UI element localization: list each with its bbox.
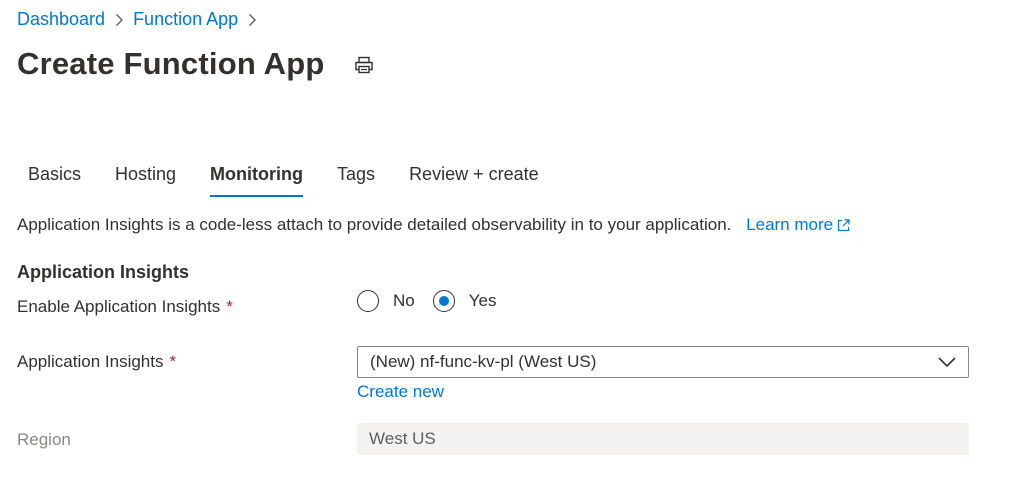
radio-checked-icon[interactable] [432,290,455,312]
radio-no-label[interactable]: No [393,291,415,311]
region-field: West US [357,423,969,455]
learn-more-label[interactable]: Learn more [746,215,833,235]
breadcrumb-dashboard[interactable]: Dashboard [17,9,105,30]
radio-yes[interactable]: Yes [432,290,497,312]
chevron-right-icon [248,13,257,27]
required-marker: * [226,297,233,316]
radio-no[interactable]: No [357,290,415,312]
tab-hosting[interactable]: Hosting [115,160,176,195]
tab-basics[interactable]: Basics [28,160,81,195]
external-link-icon [837,218,850,231]
tab-review-create[interactable]: Review + create [409,160,539,195]
region-label: Region [17,430,71,449]
app-insights-dropdown[interactable]: (New) nf-func-kv-pl (West US) [357,346,969,378]
description-text: Application Insights is a code-less atta… [17,215,732,234]
page-title: Create Function App [17,46,325,81]
breadcrumb-function-app[interactable]: Function App [133,9,238,30]
breadcrumb: Dashboard Function App [17,9,266,30]
print-icon [354,55,374,80]
print-button[interactable] [352,55,376,79]
required-marker: * [169,352,177,371]
enable-insights-radio-group: No Yes [357,290,514,312]
radio-yes-label[interactable]: Yes [469,291,497,311]
learn-more-link[interactable]: Learn more [746,215,850,235]
app-insights-label: Application Insights * [17,352,176,372]
chevron-right-icon [115,13,124,27]
description: Application Insights is a code-less atta… [17,215,850,235]
chevron-down-icon[interactable] [938,352,956,372]
tab-bar: Basics Hosting Monitoring Tags Review + … [17,160,573,197]
create-new-link[interactable]: Create new [357,382,444,402]
app-insights-value[interactable]: (New) nf-func-kv-pl (West US) [370,352,596,372]
radio-unchecked-icon[interactable] [357,290,379,312]
section-title: Application Insights [17,262,190,282]
enable-insights-label: Enable Application Insights * [17,297,233,317]
tab-tags[interactable]: Tags [337,160,375,195]
tab-monitoring[interactable]: Monitoring [210,160,303,197]
enable-insights-label-text: Enable Application Insights [17,297,221,316]
app-insights-label-text: Application Insights [17,352,164,371]
